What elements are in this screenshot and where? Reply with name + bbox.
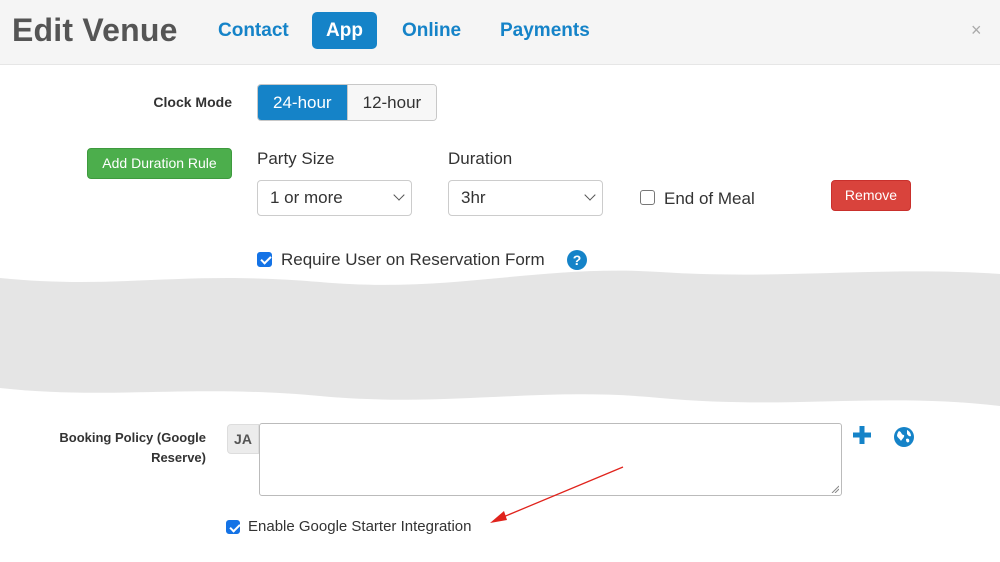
modal-header: Edit Venue Contact App Online Payments × — [0, 0, 1000, 65]
chevron-down-icon — [584, 189, 596, 201]
clock-mode-label: Clock Mode — [153, 94, 232, 110]
tab-app[interactable]: App — [312, 12, 377, 49]
booking-policy-label-line2: Reserve) — [151, 450, 206, 465]
duration-label: Duration — [448, 149, 513, 168]
close-icon[interactable]: × — [971, 20, 982, 41]
torn-edge-divider — [0, 270, 1000, 406]
tab-online[interactable]: Online — [388, 12, 475, 49]
page-title: Edit Venue — [12, 12, 178, 48]
add-duration-rule-button[interactable]: Add Duration Rule — [87, 148, 232, 179]
remove-button[interactable]: Remove — [831, 180, 911, 211]
language-badge: JA — [227, 424, 259, 454]
duration-select[interactable]: 3hr — [448, 180, 603, 216]
clock-mode-12-hour-button[interactable]: 12-hour — [346, 85, 437, 120]
annotation-arrow-icon — [490, 466, 624, 523]
duration-value: 3hr — [461, 188, 486, 207]
tab-contact[interactable]: Contact — [204, 12, 303, 49]
tab-payments[interactable]: Payments — [486, 12, 604, 49]
clock-mode-toggle: 24-hour 12-hour — [257, 84, 438, 121]
end-of-meal-checkbox[interactable] — [640, 190, 655, 205]
clock-mode-24-hour-button[interactable]: 24-hour — [258, 85, 347, 120]
party-size-value: 1 or more — [270, 188, 343, 207]
party-size-select[interactable]: 1 or more — [257, 180, 412, 216]
plus-icon[interactable] — [851, 424, 873, 446]
booking-policy-label-line1: Booking Policy (Google — [59, 430, 206, 445]
google-starter-label: Enable Google Starter Integration — [248, 518, 472, 535]
resize-handle-icon[interactable] — [831, 485, 839, 493]
chevron-down-icon — [393, 189, 405, 201]
end-of-meal-label: End of Meal — [664, 189, 755, 208]
globe-icon[interactable] — [893, 426, 915, 448]
google-starter-checkbox[interactable] — [226, 520, 240, 534]
booking-policy-label: Booking Policy (Google Reserve) — [40, 428, 206, 468]
party-size-label: Party Size — [257, 149, 335, 168]
